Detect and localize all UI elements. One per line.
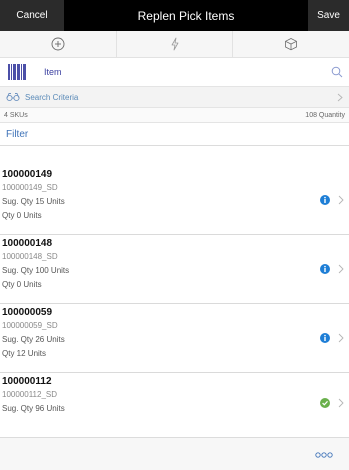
check-icon [320,398,330,408]
chevron-right-icon [338,398,344,408]
list-item[interactable]: 100000148 100000148_SD Sug. Qty 100 Unit… [0,235,349,304]
item-description: 100000149_SD [2,183,58,192]
replen-pick-items-screen: Cancel Replen Pick Items Save Item Searc… [0,0,349,470]
suggested-quantity: Sug. Qty 100 Units [2,266,70,275]
search-criteria-row[interactable]: Search Criteria [0,87,349,108]
containers-button[interactable] [232,31,349,57]
suggested-quantity: Sug. Qty 96 Units [2,404,65,413]
filter-link[interactable]: Filter [0,123,349,146]
header-bar: Cancel Replen Pick Items Save [0,0,349,31]
picked-quantity: Qty 0 Units [2,211,42,220]
action-toolbar [0,31,349,58]
cube-icon [285,38,298,51]
item-description: 100000148_SD [2,252,58,261]
picked-quantity: Qty 12 Units [2,349,47,358]
add-circle-icon [51,37,65,51]
item-id: 100000149 [2,169,53,180]
item-description: 100000059_SD [2,321,58,330]
info-icon[interactable] [320,195,330,205]
total-quantity: 108 Quantity [305,111,345,119]
chevron-right-icon [338,264,344,274]
more-options-icon[interactable] [315,451,333,458]
save-button[interactable]: Save [308,0,349,31]
chevron-right-icon [337,93,343,101]
suggested-quantity: Sug. Qty 15 Units [2,197,65,206]
search-criteria-label: Search Criteria [25,92,79,102]
item-id: 100000112 [2,376,52,387]
cancel-button[interactable]: Cancel [0,0,64,31]
item-input-label: Item [44,67,62,77]
summary-bar: 4 SKUs 108 Quantity [0,108,349,123]
chevron-right-icon [338,333,344,343]
item-list: 100000149 100000149_SD Sug. Qty 15 Units… [0,166,349,429]
search-icon[interactable] [331,66,343,78]
list-item[interactable]: 100000149 100000149_SD Sug. Qty 15 Units… [0,166,349,235]
list-item[interactable]: 100000112 100000112_SD Sug. Qty 96 Units [0,373,349,429]
add-button[interactable] [0,31,116,57]
picked-quantity: Qty 0 Units [2,280,42,289]
item-scan-field[interactable]: Item [0,58,349,87]
info-icon[interactable] [320,264,330,274]
page-title: Replen Pick Items [137,8,235,23]
item-id: 100000148 [2,238,53,249]
bottom-toolbar [0,437,349,470]
item-id: 100000059 [2,307,53,318]
list-item[interactable]: 100000059 100000059_SD Sug. Qty 26 Units… [0,304,349,373]
sku-count: 4 SKUs [4,111,28,119]
lightning-icon [171,37,178,51]
info-icon[interactable] [320,333,330,343]
item-description: 100000112_SD [2,390,58,399]
auto-pick-button[interactable] [115,31,233,57]
barcode-icon [8,64,26,80]
chevron-right-icon [338,195,344,205]
suggested-quantity: Sug. Qty 26 Units [2,335,65,344]
binoculars-icon [6,93,20,102]
